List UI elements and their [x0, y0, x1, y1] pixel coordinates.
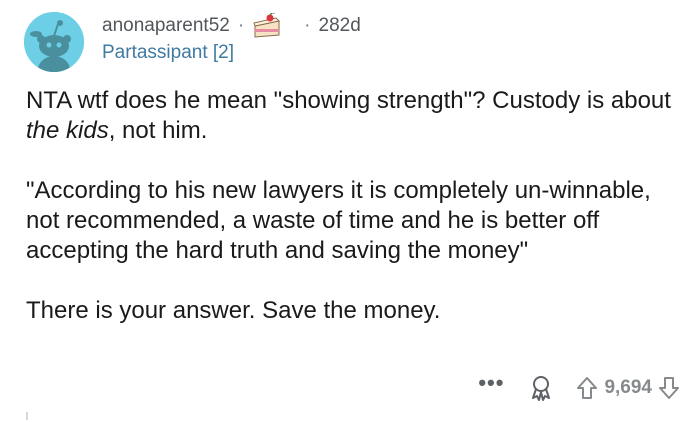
- downvote-icon[interactable]: [658, 376, 680, 400]
- comment: anonaparent52 · · 282d Partassipant [2] …: [0, 0, 700, 422]
- comment-actions: ••• 9,694: [478, 372, 680, 404]
- comment-paragraph: NTA wtf does he mean "showing strength"?…: [26, 86, 676, 146]
- award-icon[interactable]: [528, 375, 554, 401]
- avatar[interactable]: [24, 12, 84, 72]
- comment-meta: anonaparent52 · · 282d: [102, 12, 361, 40]
- emphasized-text: the kids: [26, 117, 109, 144]
- meta-separator: ·: [237, 15, 245, 36]
- comment-paragraph: There is your answer. Save the money.: [26, 297, 441, 324]
- user-flair: Partassipant [2]: [102, 42, 235, 63]
- snoo-avatar-icon: [24, 12, 84, 72]
- meta-separator-2: ·: [304, 15, 311, 36]
- vote-score: 9,694: [604, 377, 652, 398]
- comment-paragraph: "According to his new lawyers it is comp…: [26, 177, 651, 264]
- paragraph-text: NTA wtf does he mean "showing strength"?…: [26, 87, 671, 114]
- upvote-icon[interactable]: [576, 376, 598, 400]
- author-name[interactable]: anonaparent52: [102, 15, 230, 37]
- more-options-button[interactable]: •••: [478, 372, 504, 394]
- comment-body: NTA wtf does he mean "showing strength"?…: [26, 86, 676, 356]
- thread-line: [26, 412, 28, 420]
- paragraph-text-end: , not him.: [108, 117, 208, 144]
- cake-icon: [252, 12, 282, 39]
- comment-age: 282d: [318, 15, 361, 36]
